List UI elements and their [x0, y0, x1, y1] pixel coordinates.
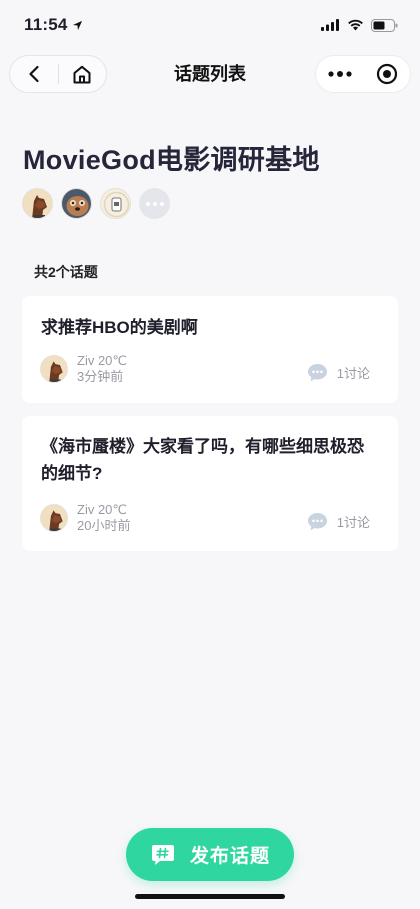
close-miniprogram-button[interactable] [363, 55, 410, 93]
cup-avatar-icon [101, 189, 130, 218]
discuss-count[interactable]: 1讨论 [307, 363, 370, 382]
target-circle-icon [376, 63, 397, 85]
horse-avatar-icon [41, 505, 67, 531]
author-name: Ziv 20℃ [77, 502, 128, 517]
chevron-left-icon [29, 65, 39, 83]
meta-text: Ziv 20℃ 20小时前 [77, 502, 130, 534]
comment-bubble-icon [307, 513, 327, 531]
topic-count: 共2个话题 [34, 264, 98, 280]
post-time: 20小时前 [77, 518, 131, 533]
discuss-count[interactable]: 1讨论 [307, 512, 370, 531]
member-avatars[interactable] [22, 188, 170, 219]
nav-bar: 话题列表 [0, 52, 420, 96]
location-arrow-icon [72, 20, 82, 30]
topic-card[interactable]: 求推荐HBO的美剧啊 Ziv 20℃ 3分钟前 1讨论 [22, 296, 398, 403]
more-button[interactable] [316, 55, 363, 93]
discuss-label: 1讨论 [336, 366, 370, 381]
horse-avatar-icon [41, 356, 67, 382]
topic-title[interactable]: 求推荐HBO的美剧啊 [41, 314, 376, 341]
nav-capsule-right [315, 55, 411, 93]
time-label: 11:54 [24, 15, 68, 34]
more-members-button[interactable] [139, 188, 170, 219]
home-button[interactable] [58, 55, 106, 93]
discuss-label: 1讨论 [336, 515, 370, 530]
horse-avatar-icon [23, 189, 52, 218]
status-bar: 11:54 [0, 0, 420, 50]
status-icons [321, 18, 398, 32]
member-avatar-horse[interactable] [22, 188, 53, 219]
home-indicator [135, 894, 285, 899]
topic-card[interactable]: 《海市蜃楼》大家看了吗，有哪些细思极恐的细节? Ziv 20℃ 20小时前 1讨… [22, 416, 398, 551]
home-icon [73, 65, 91, 83]
topic-meta: Ziv 20℃ 20小时前 [40, 502, 130, 534]
author-avatar[interactable] [40, 355, 68, 383]
hashtag-bubble-icon [151, 844, 174, 865]
back-button[interactable] [10, 55, 58, 93]
status-time: 11:54 [24, 15, 83, 35]
publish-label: 发布话题 [189, 846, 270, 867]
author-name: Ziv 20℃ [77, 353, 128, 368]
more-dot [159, 201, 164, 206]
post-time: 3分钟前 [77, 369, 124, 384]
member-avatar-dog[interactable] [61, 188, 92, 219]
dog-avatar-icon [62, 189, 91, 218]
member-avatar-cup[interactable] [100, 188, 131, 219]
comment-bubble-icon [307, 364, 327, 382]
topic-meta: Ziv 20℃ 3分钟前 [40, 353, 127, 385]
wifi-icon [348, 19, 363, 31]
author-avatar[interactable] [40, 504, 68, 532]
battery-icon [371, 18, 398, 32]
meta-text: Ziv 20℃ 3分钟前 [77, 353, 127, 385]
more-dot [152, 201, 157, 206]
publish-topic-button[interactable]: 发布话题 [126, 828, 294, 881]
topic-title[interactable]: 《海市蜃楼》大家看了吗，有哪些细思极恐的细节? [41, 433, 376, 487]
more-dots-icon [327, 71, 352, 77]
nav-capsule-left [9, 55, 107, 93]
signal-icon [321, 19, 339, 31]
group-title: MovieGod电影调研基地 [23, 145, 320, 175]
more-dot [145, 201, 150, 206]
